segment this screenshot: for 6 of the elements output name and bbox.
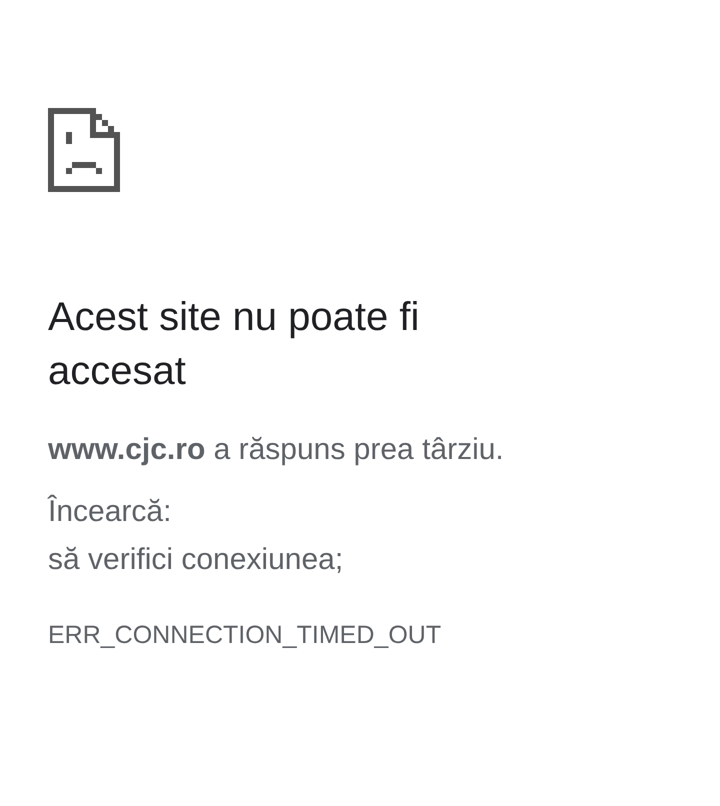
suggestion-text: să verifici conexiunea; <box>48 542 344 578</box>
error-message: www.cjc.ro a răspuns prea târziu. <box>48 432 504 468</box>
error-title: Acest site nu poate fi accesat <box>48 294 420 395</box>
error-code: ERR_CONNECTION_TIMED_OUT <box>48 620 442 651</box>
sad-page-icon <box>48 108 120 192</box>
suggestions-heading: Încearcă: <box>48 494 172 530</box>
